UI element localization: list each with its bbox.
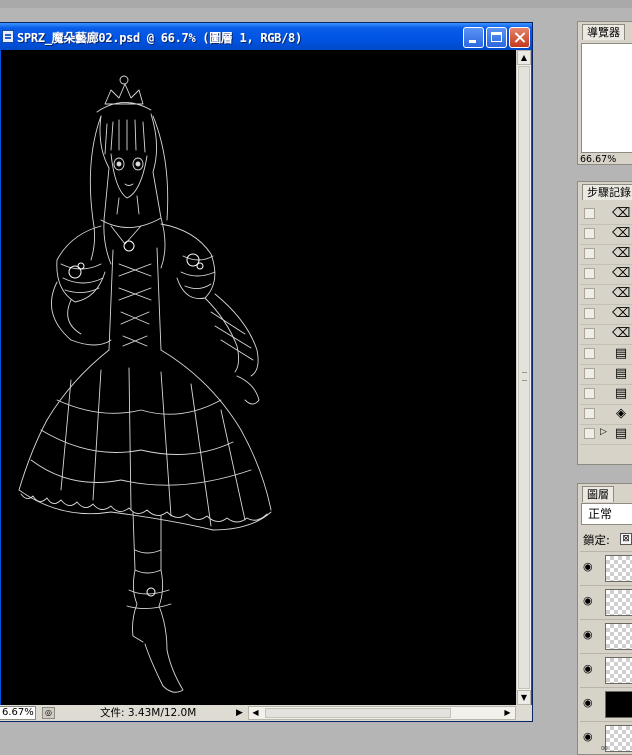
document-title-bar[interactable]: SPRZ_魔朵藝廊02.psd @ 66.7% (圖層 1, RGB/8) [0,23,532,50]
eraser-icon: ⌫ [612,206,631,221]
history-step-list: ⌫ ⌫ ⌫ ⌫ ⌫ ⌫ ⌫ ▤ ▤ ▤ ◈ ▷ ▤ [580,205,632,445]
history-step[interactable]: ◈ [580,405,632,425]
history-snapshot-checkbox[interactable] [584,248,595,259]
layer-thumbnail [605,555,632,582]
history-snapshot-checkbox[interactable] [584,388,595,399]
layer-row[interactable]: ◉ [580,687,632,720]
document-icon: ▤ [614,426,628,441]
document-title: SPRZ_魔朵藝廊02.psd @ 66.7% (圖層 1, RGB/8) [17,31,302,45]
tab-navigator[interactable]: 導覽器 [582,24,625,40]
scroll-right-button[interactable]: ▶ [501,707,514,719]
eraser-icon: ⌫ [612,266,631,281]
scroll-left-button[interactable]: ◀ [249,707,262,719]
layer-visibility-eye-icon[interactable]: ◉ [583,595,599,607]
file-size-info: 文件: 3.43M/12.0M [100,707,197,719]
image-canvas[interactable] [1,50,516,705]
navigator-palette: 導覽器 66.67% [577,21,632,165]
lock-transparency-checkbox[interactable]: ⊠ [620,533,632,545]
history-snapshot-checkbox[interactable] [584,228,595,239]
navigator-preview[interactable] [581,43,632,153]
eraser-icon: ⌫ [612,306,631,321]
scroll-up-button[interactable]: ▲ [517,50,531,65]
tab-history[interactable]: 步驟記錄 [582,184,632,200]
history-state-marker-icon: ▷ [600,427,607,437]
navigator-zoom-value[interactable]: 66.67% [580,154,616,164]
history-snapshot-checkbox[interactable] [584,328,595,339]
layer-visibility-eye-icon[interactable]: ◉ [583,629,599,641]
maximize-button[interactable] [486,27,507,48]
history-snapshot-checkbox[interactable] [584,368,595,379]
layer-thumbnail [605,725,632,752]
history-step[interactable]: ⌫ [580,285,632,305]
history-snapshot-checkbox[interactable] [584,428,595,439]
history-snapshot-checkbox[interactable] [584,348,595,359]
document-icon: ▤ [614,366,628,381]
tab-layers[interactable]: 圖層 [582,486,614,502]
eraser-icon: ⌫ [612,286,631,301]
document-status-bar: 6.67% ◎ 文件: 3.43M/12.0M ▶ ◀ ▶ [0,705,532,721]
document-icon: ▤ [614,386,628,401]
layer-thumbnail [605,623,632,650]
status-info-icon[interactable]: ◎ [42,707,55,719]
document-icon: ▤ [614,346,628,361]
eraser-icon: ⌫ [612,326,631,341]
history-snapshot-checkbox[interactable] [584,288,595,299]
eraser-icon: ⌫ [612,246,631,261]
history-step[interactable]: ▤ [580,385,632,405]
history-step[interactable]: ⌫ [580,205,632,225]
layer-row[interactable]: ◉ [580,653,632,686]
layer-visibility-eye-icon[interactable]: ◉ [583,561,599,573]
link-layers-icon[interactable]: ∞ [600,743,608,754]
paint-bucket-icon: ◈ [616,406,626,421]
layer-visibility-eye-icon[interactable]: ◉ [583,697,599,709]
history-snapshot-checkbox[interactable] [584,268,595,279]
vertical-scrollbar[interactable]: ▲ ▼ [516,50,531,705]
history-step[interactable]: ▤ [580,345,632,365]
layer-row[interactable]: ◉ [580,619,632,652]
document-window: SPRZ_魔朵藝廊02.psd @ 66.7% (圖層 1, RGB/8) ▲ … [0,22,533,722]
layer-row[interactable]: ◉ [580,551,632,584]
vertical-scroll-thumb[interactable] [518,66,530,689]
blend-mode-select[interactable]: 正常 [581,503,632,525]
history-step[interactable]: ⌫ [580,325,632,345]
layer-visibility-eye-icon[interactable]: ◉ [583,731,599,743]
horizontal-scrollbar[interactable]: ◀ ▶ [248,706,516,720]
lock-label: 鎖定: [583,533,610,547]
photoshop-document-icon [2,30,14,43]
horizontal-scroll-thumb[interactable] [265,708,451,718]
history-palette: 步驟記錄 ⌫ ⌫ ⌫ ⌫ ⌫ ⌫ ⌫ ▤ ▤ ▤ ◈ ▷ ▤ [577,181,632,465]
history-step[interactable]: ⌫ [580,225,632,245]
layer-row[interactable]: ◉ [580,585,632,618]
history-step[interactable]: ⌫ [580,305,632,325]
layer-visibility-eye-icon[interactable]: ◉ [583,663,599,675]
layer-thumbnail [605,657,632,684]
history-snapshot-checkbox[interactable] [584,408,595,419]
history-step[interactable]: ⌫ [580,245,632,265]
history-snapshot-checkbox[interactable] [584,308,595,319]
layer-thumbnail [605,589,632,616]
scroll-down-button[interactable]: ▼ [517,690,531,705]
status-menu-arrow-icon[interactable]: ▶ [234,706,245,720]
history-step[interactable]: ▷ ▤ [580,425,632,445]
eraser-icon: ⌫ [612,226,631,241]
layers-palette: 圖層 正常 鎖定: ⊠ ◉ ◉ ◉ ◉ ◉ ◉ ∞ [577,483,632,755]
minimize-button[interactable] [463,27,484,48]
history-step[interactable]: ▤ [580,365,632,385]
close-button[interactable] [509,27,530,48]
layer-thumbnail [605,691,632,718]
lineart-drawing [18,75,272,693]
zoom-level-field[interactable]: 6.67% [0,706,36,720]
history-snapshot-checkbox[interactable] [584,208,595,219]
workspace-top-strip [0,0,632,8]
history-step[interactable]: ⌫ [580,265,632,285]
